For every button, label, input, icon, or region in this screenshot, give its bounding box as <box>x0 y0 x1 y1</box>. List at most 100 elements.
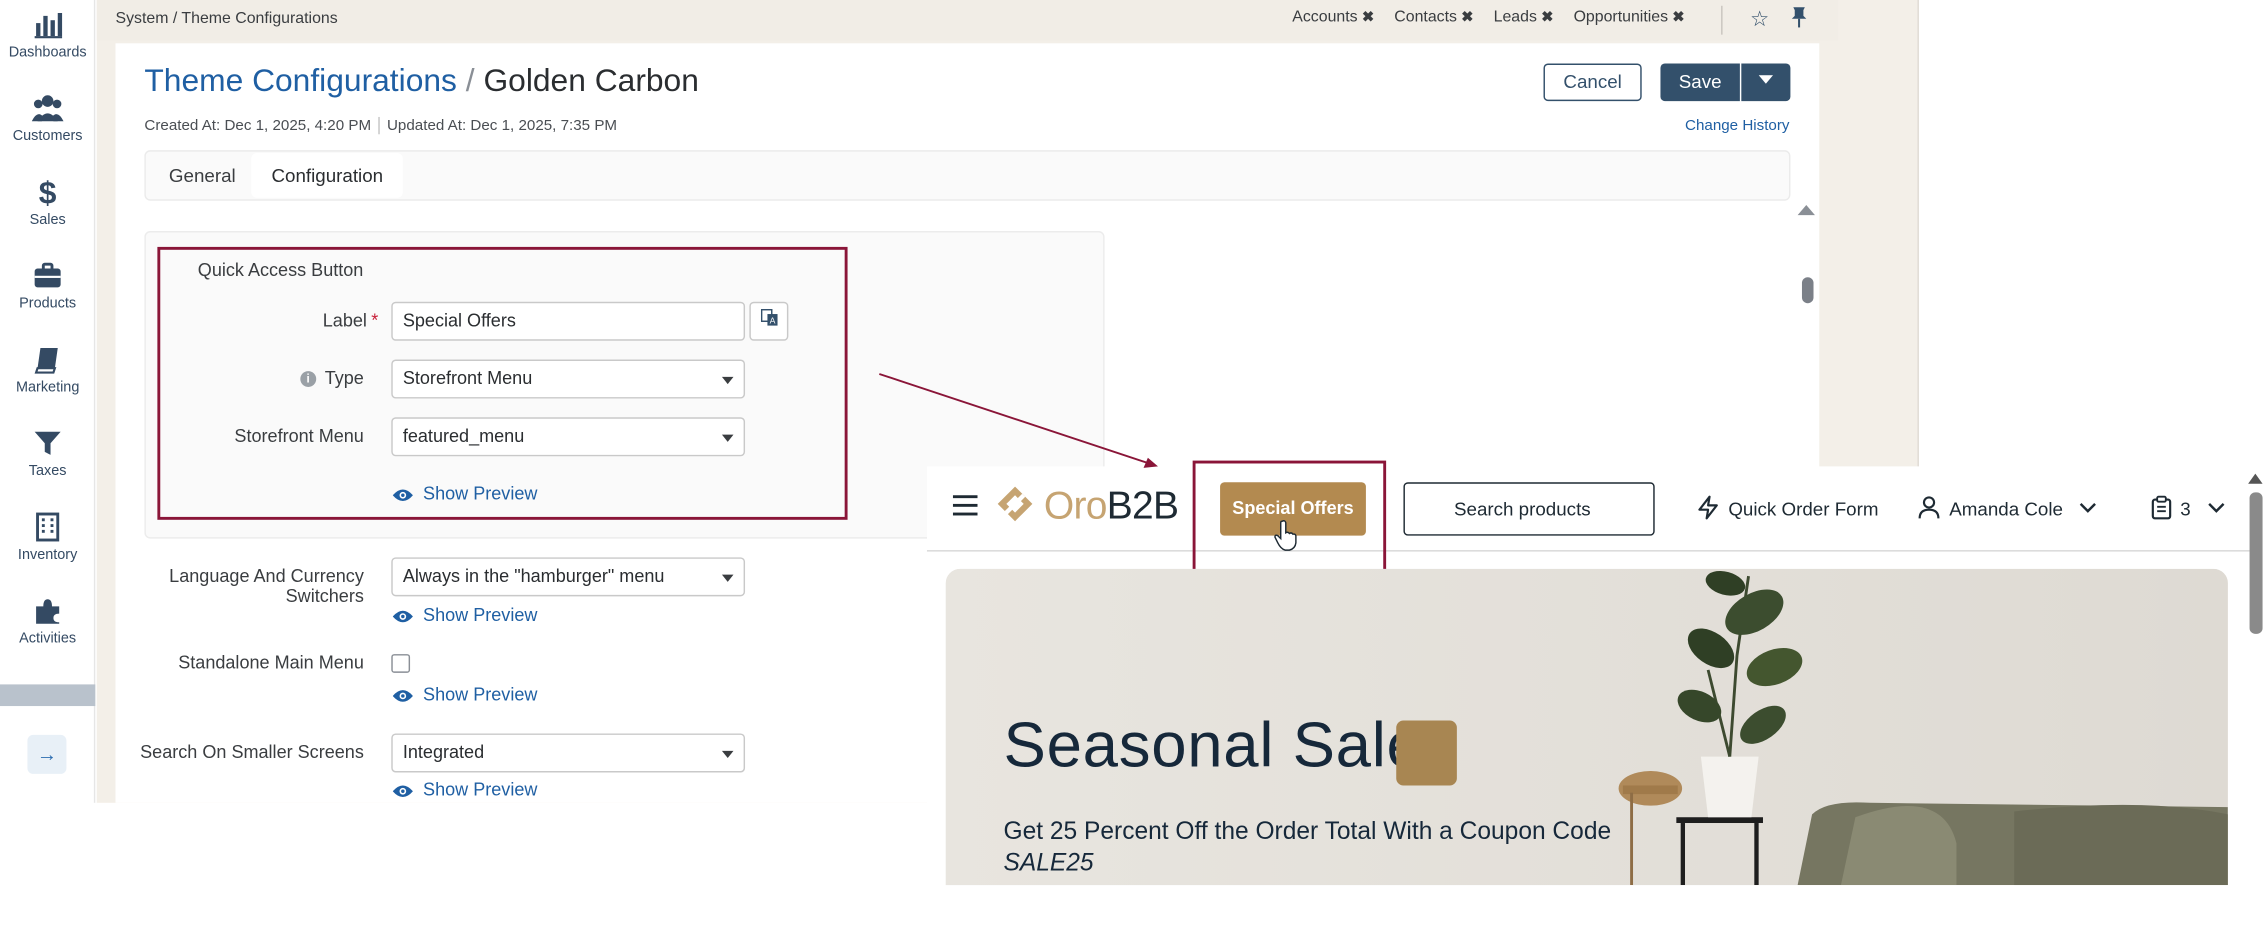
tab-configuration[interactable]: Configuration <box>251 153 404 198</box>
pinned-tab-label: Opportunities <box>1573 8 1669 26</box>
sidebar-expand-button[interactable]: → <box>27 734 67 774</box>
preview-scrollbar-thumb[interactable] <box>2249 492 2263 634</box>
standalone-menu-field-label: Standalone Main Menu <box>178 652 364 673</box>
hero-title: Seasonal Sale <box>1003 710 1423 782</box>
sidebar-item-inventory[interactable]: Inventory <box>0 511 95 563</box>
select-value: featured_menu <box>402 425 525 447</box>
show-preview-link[interactable]: Show Preview <box>392 483 538 504</box>
user-menu[interactable]: Amanda Cole <box>1917 495 2105 520</box>
tab-general[interactable]: General <box>149 153 256 198</box>
hand-cursor-icon <box>1274 520 1297 551</box>
divider <box>1721 5 1723 35</box>
show-preview-link[interactable]: Show Preview <box>392 684 537 705</box>
sidebar-more-indicator[interactable] <box>0 684 96 707</box>
storefront-menu-select[interactable]: featured_menu <box>391 417 746 457</box>
sidebar-item-label: Sales <box>29 212 66 229</box>
sidebar-item-dashboards[interactable]: Dashboards <box>0 9 95 61</box>
pinned-tab-contacts[interactable]: Contacts ✖ <box>1394 9 1473 26</box>
pin-icon[interactable] <box>1790 6 1807 29</box>
show-preview-text: Show Preview <box>423 483 538 504</box>
hamburger-menu-icon[interactable] <box>952 495 978 516</box>
record-meta: Created At: Dec 1, 2025, 4:20 PM Updated … <box>144 117 617 135</box>
field-label-text: Type <box>324 368 364 389</box>
pinned-tab-leads[interactable]: Leads ✖ <box>1494 9 1554 26</box>
select-value: Storefront Menu <box>402 368 533 389</box>
info-icon[interactable]: i <box>300 371 317 387</box>
logo-mark-icon <box>997 486 1033 522</box>
title-entity-name: Golden Carbon <box>483 62 699 99</box>
sidebar-item-activities[interactable]: Activities <box>0 595 95 647</box>
title-separator: / <box>465 62 475 99</box>
chevron-down-icon <box>2208 503 2225 513</box>
user-icon <box>1918 496 1940 519</box>
cancel-button[interactable]: Cancel <box>1543 63 1642 102</box>
pinned-tab-opportunities[interactable]: Opportunities ✖ <box>1574 9 1685 26</box>
created-at: Created At: Dec 1, 2025, 4:20 PM <box>144 116 372 135</box>
sidebar-item-customers[interactable]: Customers <box>0 92 95 144</box>
users-icon <box>31 95 64 122</box>
building-icon <box>36 512 60 542</box>
logo-text-oro: Oro <box>1043 483 1108 528</box>
search-small-screens-select[interactable]: Integrated <box>391 733 746 773</box>
close-icon[interactable]: ✖ <box>1672 10 1684 26</box>
label-input[interactable]: Special Offers <box>391 301 746 341</box>
hero-color-swatch <box>1396 720 1457 786</box>
save-options-button[interactable] <box>1741 63 1791 102</box>
pinned-tab-accounts[interactable]: Accounts ✖ <box>1292 9 1374 26</box>
storefront-logo[interactable]: OroB2B <box>995 483 1179 529</box>
hero-coupon-code: SALE25 <box>1003 849 1094 877</box>
sidebar-item-products[interactable]: Products <box>0 260 95 312</box>
translate-icon: A <box>760 308 777 326</box>
scroll-up-arrow[interactable] <box>1797 205 1815 216</box>
field-label-text: Label <box>322 310 367 331</box>
standalone-menu-checkbox[interactable] <box>391 654 411 673</box>
change-history-link[interactable]: Change History <box>1685 117 1790 134</box>
chevron-down-icon <box>2080 503 2097 513</box>
user-name: Amanda Cole <box>1949 498 2063 520</box>
search-small-screens-field-label: Search On Smaller Screens <box>140 742 364 763</box>
show-preview-link[interactable]: Show Preview <box>392 780 537 800</box>
eye-icon <box>392 785 413 798</box>
translate-button[interactable]: A <box>749 301 789 341</box>
header-divider <box>926 550 2250 552</box>
sidebar-item-sales[interactable]: $ Sales <box>0 176 95 228</box>
breadcrumb[interactable]: System / Theme Configurations <box>116 10 338 27</box>
sidebar-item-taxes[interactable]: Taxes <box>0 427 95 479</box>
title-breadcrumb-link[interactable]: Theme Configurations <box>144 62 457 98</box>
preview-scroll-up-arrow[interactable] <box>2248 473 2263 484</box>
required-marker: * <box>371 310 379 331</box>
show-preview-link[interactable]: Show Preview <box>392 605 537 625</box>
close-icon[interactable]: ✖ <box>1362 10 1374 26</box>
language-currency-select[interactable]: Always in the "hamburger" menu <box>391 557 746 597</box>
close-icon[interactable]: ✖ <box>1541 10 1553 26</box>
scrollbar-thumb[interactable] <box>1801 277 1814 304</box>
book-icon <box>34 347 58 374</box>
field-label-text: Language And Currency <box>169 566 364 587</box>
sidebar-item-label: Customers <box>12 128 83 145</box>
language-currency-field-label: Language And Currency Switchers <box>144 566 364 607</box>
quick-order-form-link[interactable]: Quick Order Form <box>1697 495 1879 520</box>
chevron-down-icon <box>721 750 734 759</box>
svg-text:A: A <box>769 315 775 325</box>
chevron-down-icon <box>1758 75 1774 84</box>
field-label-text: Switchers <box>285 586 364 607</box>
section-title: Quick Access Button <box>197 259 364 281</box>
eye-icon <box>392 690 413 702</box>
search-products-input[interactable]: Search products <box>1403 482 1655 536</box>
eye-icon <box>392 489 413 502</box>
pinned-tab-label: Contacts <box>1394 8 1457 26</box>
divider <box>378 117 380 135</box>
sidebar-item-label: Marketing <box>15 379 80 396</box>
sidebar-item-label: Activities <box>19 630 77 647</box>
svg-text:$: $ <box>39 176 57 208</box>
type-select[interactable]: Storefront Menu <box>391 359 746 399</box>
dollar-icon: $ <box>39 176 57 208</box>
save-button[interactable]: Save <box>1660 63 1740 102</box>
lightning-icon <box>1698 495 1718 520</box>
cart-count: 3 <box>2180 498 2191 520</box>
star-icon[interactable]: ☆ <box>1750 6 1769 32</box>
close-icon[interactable]: ✖ <box>1461 10 1473 26</box>
storefront-menu-field-label: Storefront Menu <box>234 425 364 447</box>
sidebar-item-marketing[interactable]: Marketing <box>0 344 95 396</box>
shopping-list-menu[interactable]: 3 <box>2151 495 2233 520</box>
